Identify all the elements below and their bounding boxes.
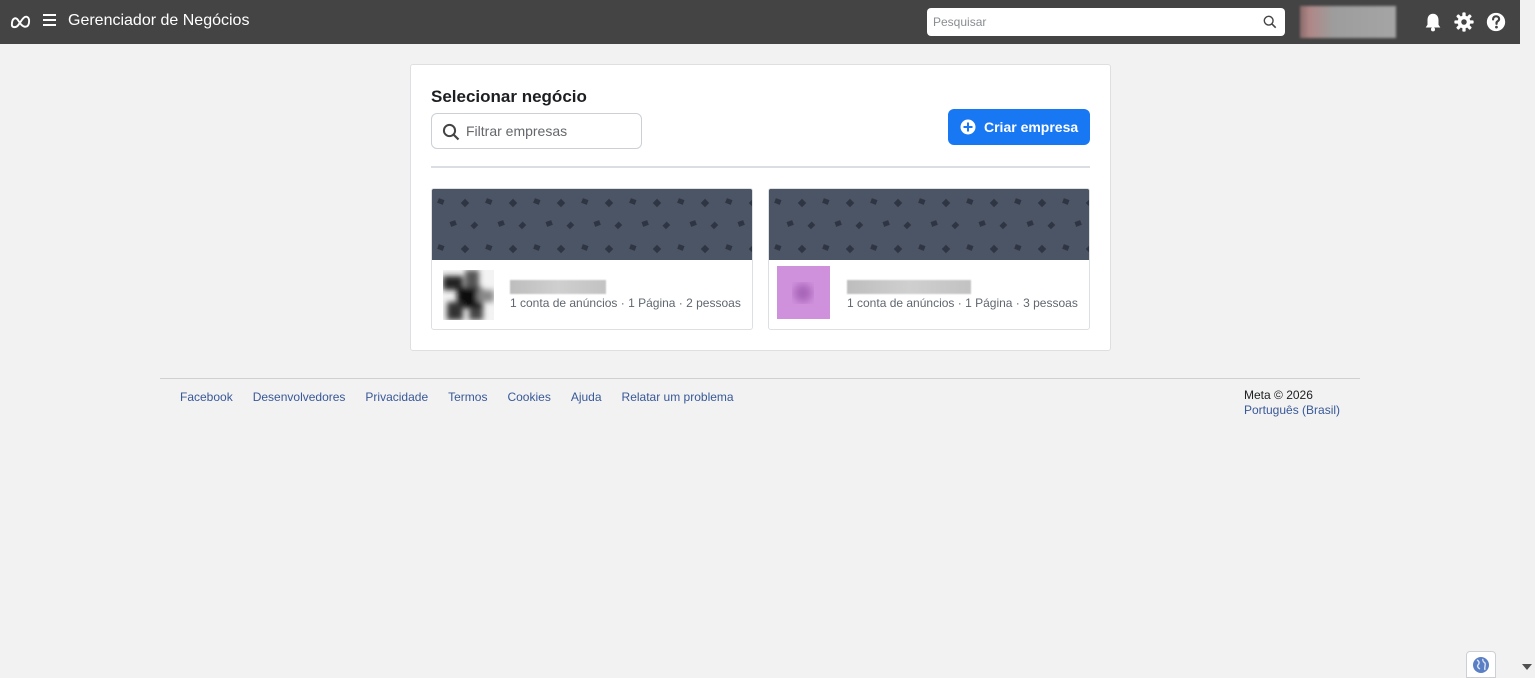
footer-divider <box>160 378 1360 379</box>
help-icon[interactable] <box>1485 11 1507 33</box>
footer-link-terms[interactable]: Termos <box>448 390 487 404</box>
footer-link-report-problem[interactable]: Relatar um problema <box>622 390 734 404</box>
search-input[interactable] <box>933 15 1253 29</box>
footer-link-facebook[interactable]: Facebook <box>180 390 233 404</box>
footer-meta: Meta © 2026 Português (Brasil) <box>1244 388 1340 418</box>
footer-link-help[interactable]: Ajuda <box>571 390 602 404</box>
card-banner <box>769 189 1089 260</box>
footer-link-cookies[interactable]: Cookies <box>507 390 550 404</box>
globe-button[interactable] <box>1466 651 1496 678</box>
search-icon <box>442 123 460 141</box>
divider <box>431 166 1090 168</box>
select-business-panel: Selecionar negócio Criar empresa <box>410 64 1111 351</box>
search-icon[interactable] <box>1263 15 1277 29</box>
vertical-scrollbar[interactable] <box>1520 0 1535 678</box>
account-avatar[interactable] <box>1300 6 1396 38</box>
card-banner <box>432 189 752 260</box>
business-name-redacted <box>510 280 606 294</box>
search-bar <box>927 8 1285 36</box>
app-title: Gerenciador de Negócios <box>68 12 250 29</box>
create-business-label: Criar empresa <box>984 119 1079 135</box>
business-card[interactable]: 1 conta de anúncios · 1 Página · 2 pesso… <box>431 188 753 330</box>
business-card[interactable]: 1 conta de anúncios · 1 Página · 3 pesso… <box>768 188 1090 330</box>
meta-logo[interactable] <box>9 12 32 30</box>
panel-title: Selecionar negócio <box>431 87 587 106</box>
footer-link-privacy[interactable]: Privacidade <box>365 390 428 404</box>
business-stats: 1 conta de anúncios · 1 Página · 2 pesso… <box>510 296 741 310</box>
business-stats: 1 conta de anúncios · 1 Página · 3 pesso… <box>847 296 1078 310</box>
plus-circle-icon <box>960 119 976 135</box>
gear-icon[interactable] <box>1453 11 1475 33</box>
footer-links: Facebook Desenvolvedores Privacidade Ter… <box>180 390 734 404</box>
globe-icon <box>1473 656 1489 673</box>
footer-link-developers[interactable]: Desenvolvedores <box>253 390 346 404</box>
business-avatar <box>443 270 494 320</box>
top-navigation-bar: Gerenciador de Negócios <box>0 0 1520 44</box>
filter-businesses-input[interactable] <box>466 123 626 139</box>
language-selector[interactable]: Português (Brasil) <box>1244 403 1340 418</box>
scroll-down-arrow-icon[interactable] <box>1522 664 1532 670</box>
business-avatar <box>777 266 830 319</box>
create-business-button[interactable]: Criar empresa <box>948 109 1090 145</box>
hamburger-menu-icon[interactable] <box>43 14 56 28</box>
copyright-text: Meta © 2026 <box>1244 388 1313 402</box>
bell-icon[interactable] <box>1422 11 1444 33</box>
business-name-redacted <box>847 280 971 294</box>
filter-businesses-field <box>431 113 642 149</box>
